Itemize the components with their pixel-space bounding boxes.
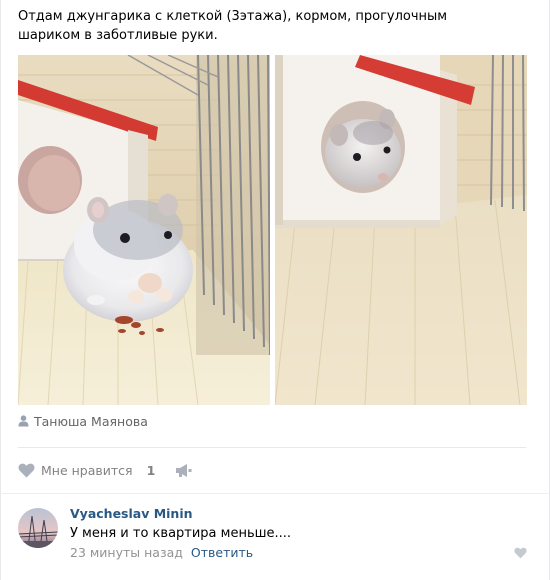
comment-meta: 23 минуты назад Ответить — [70, 545, 253, 560]
like-label: Мне нравится — [41, 462, 133, 478]
comment: Vyacheslav Minin У меня и то квартира ме… — [0, 494, 550, 580]
like-button[interactable]: Мне нравится 1 — [18, 463, 155, 478]
post-photo-1[interactable] — [18, 55, 270, 405]
hamster-photo — [18, 55, 270, 405]
heart-icon — [18, 463, 35, 477]
post-actions: Мне нравится 1 — [18, 459, 192, 481]
avatar-image — [18, 508, 58, 548]
comment-text: У меня и то квартира меньше.... — [70, 526, 292, 541]
reply-button[interactable]: Ответить — [191, 545, 253, 560]
post-photo-2[interactable] — [275, 55, 527, 405]
comment-author[interactable]: Vyacheslav Minin — [70, 506, 193, 521]
comment-heart-icon[interactable] — [514, 547, 527, 559]
photo-author-name: Танюша Маянова — [34, 413, 148, 429]
comment-time[interactable]: 23 минуты назад — [70, 545, 183, 560]
like-count: 1 — [146, 462, 156, 478]
hamster-in-house-photo — [275, 55, 527, 405]
post-divider — [18, 447, 526, 448]
post-text: Отдам джунгарика с клеткой (3этажа), кор… — [18, 9, 448, 43]
wall-post: Отдам джунгарика с клеткой (3этажа), кор… — [0, 0, 550, 493]
share-icon[interactable] — [175, 463, 192, 478]
avatar[interactable] — [18, 508, 58, 548]
photo-author[interactable]: Танюша Маянова — [18, 412, 148, 430]
user-icon — [18, 415, 29, 427]
